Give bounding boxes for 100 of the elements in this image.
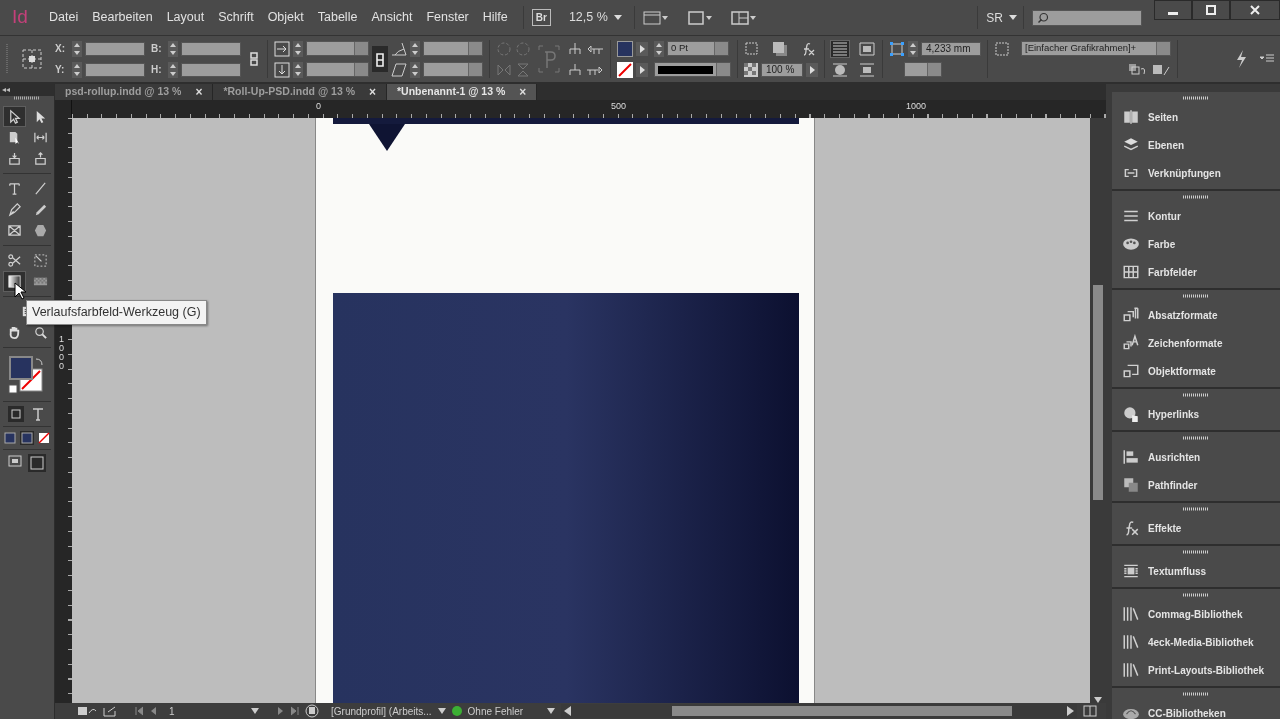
panel-item[interactable]: Verknüpfungen — [1112, 159, 1280, 187]
grip-handle[interactable] — [1183, 506, 1209, 511]
text-wrap-option[interactable] — [831, 40, 849, 57]
vertical-scrollbar[interactable] — [1090, 118, 1106, 703]
grip-handle[interactable] — [14, 96, 40, 100]
arrow-button[interactable] — [636, 41, 648, 56]
corner-shape-dropdown[interactable] — [904, 62, 942, 77]
clear-overrides-icon[interactable] — [1128, 62, 1148, 77]
close-tab-button[interactable]: × — [369, 83, 377, 101]
last-page-button[interactable] — [291, 706, 299, 716]
menu-item[interactable]: Hilfe — [475, 8, 515, 27]
zoom-level[interactable]: 12,5 % — [568, 8, 608, 27]
panel-item[interactable]: Commag-Bibliothek — [1112, 600, 1280, 628]
text-format-icon[interactable] — [30, 406, 46, 422]
chain-link-icon[interactable] — [375, 51, 385, 68]
view-options-icon[interactable] — [642, 9, 669, 26]
panel-item[interactable]: Pathfinder — [1112, 471, 1280, 499]
fill-swatch[interactable] — [617, 40, 633, 57]
apply-none-icon[interactable] — [37, 431, 51, 445]
caret-icon[interactable] — [1009, 15, 1017, 20]
scale-y-dropdown[interactable] — [306, 62, 369, 77]
caret-icon[interactable] — [547, 708, 556, 714]
shadow-icon[interactable] — [772, 40, 788, 57]
text-wrap-option[interactable] — [831, 61, 849, 78]
panel-item[interactable]: Farbfelder — [1112, 258, 1280, 286]
stepper-button[interactable] — [72, 61, 82, 78]
next-page-button[interactable] — [277, 706, 285, 716]
panel-menu-icon[interactable] — [1260, 54, 1274, 64]
rotation-dropdown[interactable] — [423, 41, 483, 56]
grip-handle[interactable] — [1183, 592, 1209, 597]
grip-handle[interactable] — [1183, 392, 1209, 397]
shear-dropdown[interactable] — [423, 62, 483, 77]
scale-y-icon[interactable] — [274, 61, 290, 78]
input-field[interactable] — [85, 41, 145, 56]
panel-item[interactable]: Objektformate — [1112, 357, 1280, 385]
previous-page-button[interactable] — [149, 706, 157, 716]
stepper-button[interactable] — [168, 61, 178, 78]
close-tab-button[interactable]: × — [519, 83, 527, 101]
shear-icon[interactable] — [391, 61, 407, 78]
caret-icon[interactable] — [251, 708, 259, 714]
preflight-profile-icon[interactable] — [305, 704, 319, 718]
screen-mode-icon[interactable] — [686, 9, 713, 26]
open-file-icon[interactable] — [103, 705, 117, 717]
constrain-chain-icon[interactable] — [247, 51, 261, 67]
menu-item[interactable]: Objekt — [260, 8, 311, 27]
reference-point-icon[interactable] — [21, 48, 43, 70]
split-view-icon[interactable] — [1083, 705, 1097, 717]
scroll-left-icon[interactable] — [564, 706, 573, 716]
stroke-type-dropdown[interactable] — [654, 62, 731, 77]
stepper-button[interactable] — [168, 40, 178, 57]
scale-x-icon[interactable] — [274, 40, 290, 57]
input-field[interactable] — [85, 62, 145, 77]
opacity-checker-icon[interactable] — [744, 62, 758, 77]
menu-item[interactable]: Tabelle — [310, 8, 365, 27]
scale-x-dropdown[interactable] — [306, 41, 369, 56]
document-tab[interactable]: *Roll-Up-PSD.indd @ 13 % × — [213, 84, 388, 100]
grip-handle[interactable] — [1183, 194, 1209, 199]
panel-item[interactable]: Ebenen — [1112, 131, 1280, 159]
lightning-icon[interactable] — [1234, 49, 1248, 69]
hierarchy-icon[interactable] — [567, 40, 583, 57]
bridge-button[interactable]: Br — [531, 9, 551, 26]
menu-item[interactable]: Ansicht — [364, 8, 420, 27]
text-wrap-option[interactable] — [858, 61, 876, 78]
angle-icon[interactable] — [391, 40, 407, 57]
stepper-button[interactable] — [293, 40, 303, 57]
stepper-button[interactable] — [908, 40, 918, 57]
caret-icon[interactable] — [437, 708, 446, 714]
page-number-field[interactable]: 1 — [169, 703, 245, 719]
corner-size-field[interactable]: 4,233 mm — [921, 41, 981, 56]
grip-handle[interactable] — [1183, 549, 1209, 554]
stepper-button[interactable] — [293, 61, 303, 78]
stepper-button[interactable] — [410, 40, 420, 57]
first-page-button[interactable] — [135, 706, 143, 716]
maximize-button[interactable] — [1192, 0, 1230, 20]
stepper-button[interactable] — [410, 61, 420, 78]
arrow-pointer-tool-button[interactable] — [2, 106, 26, 127]
collapse-toolbox-button[interactable]: ◂◂ — [0, 84, 54, 96]
workspace-switcher[interactable]: SR — [986, 8, 1003, 27]
stepper-button[interactable] — [654, 40, 664, 57]
preflight-profile[interactable]: [Grundprofil] (Arbeits... — [331, 703, 432, 719]
close-button[interactable] — [1230, 0, 1280, 20]
grip-handle[interactable] — [1183, 435, 1209, 440]
grip-handle[interactable] — [1183, 293, 1209, 298]
menu-item[interactable]: Schrift — [211, 8, 261, 27]
minimize-button[interactable] — [1154, 0, 1192, 20]
opacity-field[interactable]: 100 % — [761, 62, 803, 77]
scroll-right-icon[interactable] — [1066, 706, 1074, 716]
panel-item[interactable]: Farbe — [1112, 230, 1280, 258]
grip-handle[interactable] — [1183, 95, 1209, 100]
close-tab-button[interactable]: × — [195, 83, 203, 101]
menu-item[interactable]: Bearbeiten — [85, 8, 160, 27]
object-style-icon[interactable] — [994, 40, 1012, 57]
stroke-weight-dropdown[interactable]: 0 Pt — [667, 41, 729, 56]
stroke-swatch[interactable] — [617, 61, 633, 78]
selected-frame-icon[interactable] — [889, 40, 905, 57]
apply-color-icon[interactable] — [3, 431, 17, 445]
panel-item[interactable]: 4eck-Media-Bibliothek — [1112, 628, 1280, 656]
menu-item[interactable]: Datei — [42, 8, 86, 27]
menu-item[interactable]: Fenster — [419, 8, 476, 27]
document-tab[interactable]: psd-rollup.indd @ 13 % × — [55, 84, 214, 100]
